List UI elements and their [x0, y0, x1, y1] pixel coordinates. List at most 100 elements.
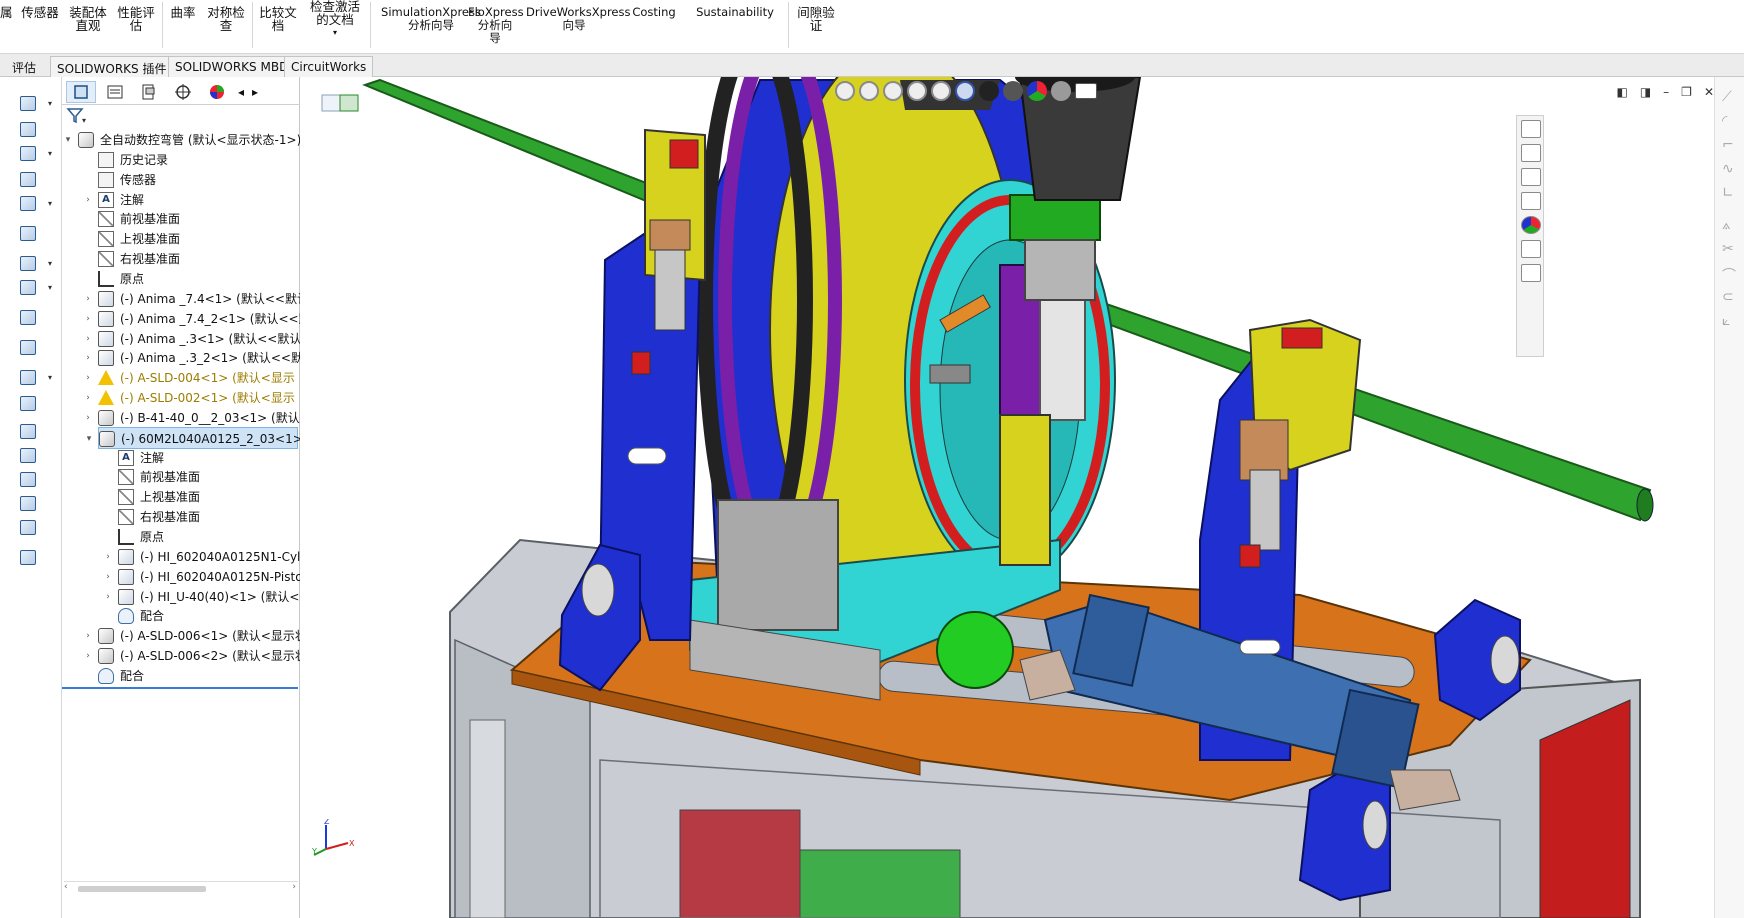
expand-arrow-icon[interactable]: › — [82, 367, 94, 389]
close-icon[interactable]: ✕ — [1704, 85, 1714, 99]
expand-arrow-icon[interactable]: › — [82, 407, 94, 429]
view-settings-icon[interactable] — [1075, 83, 1097, 99]
feature-tree-tab-icon[interactable] — [66, 81, 96, 103]
tree-node[interactable]: 配合 — [98, 665, 298, 687]
tab-circuitworks[interactable]: CircuitWorks — [284, 56, 374, 77]
costing-button[interactable]: Costing — [628, 6, 680, 19]
tree-node[interactable]: 上视基准面 — [118, 486, 298, 508]
tree-node[interactable]: ▾ (-) 60M2L040A0125_2_03<1> (默 — [87, 426, 323, 449]
zoom-to-area-icon[interactable] — [859, 81, 879, 101]
tree-node[interactable]: › (-) Anima _.3_2<1> (默认<<默认 — [86, 347, 315, 369]
smart-fasteners-icon[interactable] — [18, 170, 40, 190]
expand-arrow-icon[interactable]: › — [102, 546, 114, 568]
property-manager-tab-icon[interactable] — [100, 81, 130, 103]
tree-node[interactable]: 历史记录 — [98, 149, 298, 171]
move-component-icon[interactable]: ▾ — [18, 194, 52, 214]
custom-properties-icon[interactable] — [1521, 240, 1541, 258]
tree-node[interactable]: › A 注解 — [86, 189, 298, 211]
curvature-button[interactable]: 曲率 — [166, 6, 200, 19]
sketch-spline-icon[interactable]: ∿ — [1722, 161, 1738, 179]
rollback-bar[interactable] — [62, 686, 298, 689]
insert-component-icon[interactable]: ▾ — [18, 94, 52, 114]
expand-arrow-icon[interactable]: › — [82, 308, 94, 330]
compare-documents-button[interactable]: 比较文 档 — [256, 6, 300, 32]
driveworksxpress-button[interactable]: DriveWorksXpress 向导 — [526, 6, 630, 32]
show-hidden-icon[interactable] — [18, 224, 40, 244]
restore-icon[interactable]: ❐ — [1681, 85, 1692, 99]
sketch-offset-icon[interactable]: ⌒ — [1722, 265, 1738, 284]
view-palette-icon[interactable] — [1521, 192, 1541, 210]
expand-arrow-icon[interactable]: ▾ — [62, 129, 74, 151]
symmetry-check-button[interactable]: 对称检 查 — [204, 6, 248, 32]
expand-arrow-icon[interactable]: › — [82, 189, 94, 211]
tree-node[interactable]: 前视基准面 — [118, 466, 298, 488]
tab-solidworks-addins[interactable]: SOLIDWORKS 插件 — [50, 56, 174, 77]
new-motion-study-icon[interactable] — [18, 308, 40, 328]
tree-node[interactable]: › (-) HI_602040A0125N1-Cylin — [106, 546, 311, 568]
split-horizontal-icon[interactable]: ◧ — [1616, 85, 1627, 99]
expand-arrow-icon[interactable]: › — [82, 288, 94, 310]
instant3d-icon[interactable] — [18, 394, 40, 414]
edit-appearance-icon[interactable] — [1027, 81, 1047, 101]
appearances-scenes-icon[interactable] — [1521, 216, 1541, 234]
tree-node[interactable]: 前视基准面 — [98, 208, 298, 230]
expand-arrow-icon[interactable]: › — [102, 586, 114, 608]
file-explorer-icon[interactable] — [1521, 168, 1541, 186]
measure-icon[interactable] — [18, 548, 40, 568]
large-assembly-icon[interactable] — [18, 470, 40, 490]
sketch-mirror-icon[interactable]: ⟑ — [1722, 217, 1738, 235]
mate-icon[interactable] — [18, 120, 40, 140]
tree-node[interactable]: › (-) A-SLD-004<1> (默认<显示 — [86, 367, 298, 389]
filter-icon[interactable]: ▾ — [66, 107, 88, 125]
tree-node[interactable]: › (-) Anima _.3<1> (默认<<默认>_ — [86, 328, 317, 350]
view-orientation-icon[interactable] — [955, 81, 975, 101]
assembly-features-icon[interactable]: ▾ — [18, 254, 52, 274]
design-library-icon[interactable] — [1521, 144, 1541, 162]
tree-horizontal-scrollbar[interactable]: ‹ › — [64, 881, 298, 895]
tree-node[interactable]: › (-) Anima _7.4_2<1> (默认<<默认 — [86, 308, 323, 330]
sketch-trim-icon[interactable]: ✂ — [1722, 241, 1738, 259]
graphics-area[interactable]: ◧ ◨ – ❐ ✕ ⟋ ◜ ⌐ ∿ ∟ ⟑ ✂ ⌒ ⊂ ⟀ Z X Y — [300, 77, 1744, 918]
tree-node[interactable]: › (-) A-SLD-002<1> (默认<显示 — [86, 387, 298, 409]
expand-arrow-icon[interactable]: › — [82, 387, 94, 409]
clearance-verification-button[interactable]: 间隙验 证 — [792, 6, 840, 32]
tree-node[interactable]: › (-) A-SLD-006<1> (默认<显示状态 — [86, 625, 319, 647]
tree-node[interactable]: A 注解 — [118, 447, 298, 469]
sketch-line-icon[interactable]: ⟋ — [1722, 89, 1738, 107]
assembly-visualization-button[interactable]: 装配体 直观 — [66, 6, 110, 32]
check-active-document-button[interactable]: 检查激活 的文档 ▾ — [304, 0, 366, 39]
display-style-icon[interactable] — [979, 81, 999, 101]
tab-evaluate[interactable]: 评估 — [6, 56, 42, 77]
forum-icon[interactable] — [1521, 264, 1541, 282]
floxpress-button[interactable]: FloXpress 分析向 导 — [468, 6, 524, 45]
hide-show-items-icon[interactable] — [1003, 81, 1023, 101]
breadcrumb-bar[interactable] — [320, 92, 370, 114]
configuration-manager-tab-icon[interactable] — [134, 81, 164, 103]
display-manager-tab-icon[interactable] — [202, 81, 232, 103]
expand-arrow-icon[interactable]: ▾ — [83, 428, 95, 450]
tree-node[interactable]: 上视基准面 — [98, 228, 298, 250]
tree-node[interactable]: › (-) HI_602040A0125N-Piston — [106, 566, 310, 588]
tree-node[interactable]: 原点 — [98, 268, 298, 290]
tree-node[interactable]: 配合 — [118, 605, 298, 627]
previous-view-icon[interactable] — [883, 81, 903, 101]
tree-node[interactable]: › (-) A-SLD-006<2> (默认<显示状态 — [86, 645, 319, 667]
minimize-icon[interactable]: – — [1663, 85, 1669, 99]
expand-arrow-icon[interactable]: › — [82, 625, 94, 647]
exploded-view-icon[interactable]: ▾ — [18, 368, 52, 388]
tree-node[interactable]: › (-) Anima _7.4<1> (默认<<默认>_ — [86, 288, 325, 310]
sketch-fillet-icon[interactable]: ⌐ — [1722, 137, 1738, 155]
tree-node[interactable]: 右视基准面 — [98, 248, 298, 270]
update-speedpak-icon[interactable] — [18, 422, 40, 442]
tab-scroll-right-icon[interactable]: ▸ — [248, 81, 262, 103]
tree-node[interactable]: ▾ 全自动数控弯管 (默认<显示状态-1>) — [66, 129, 301, 151]
tab-solidworks-mbd[interactable]: SOLIDWORKS MBD — [168, 56, 296, 77]
sensor-button[interactable]: 传感器 — [18, 6, 62, 19]
apply-scene-icon[interactable] — [1051, 81, 1071, 101]
split-vertical-icon[interactable]: ◨ — [1640, 85, 1651, 99]
scroll-thumb[interactable] — [78, 886, 206, 892]
tree-node[interactable]: › (-) HI_U-40(40)<1> (默认<<默 — [106, 586, 321, 608]
performance-evaluation-button[interactable]: 性能评 估 — [114, 6, 158, 32]
take-snapshot-icon[interactable] — [18, 446, 40, 466]
home-icon[interactable] — [1521, 120, 1541, 138]
